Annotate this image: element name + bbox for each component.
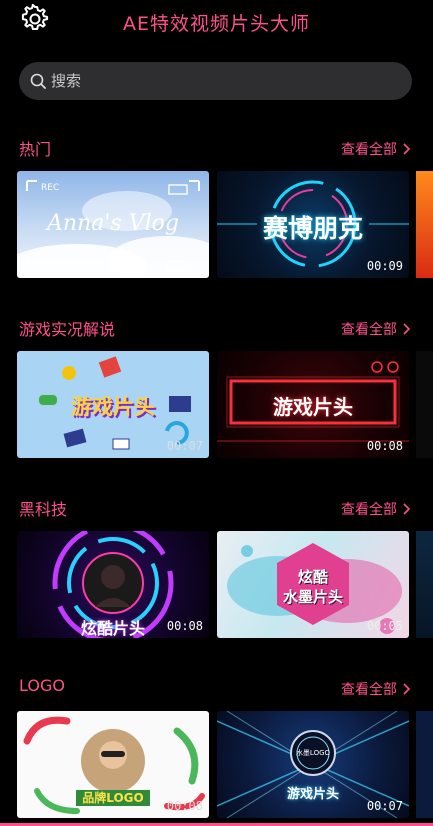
game-carousel[interactable]: 游戏片头 00:07 游戏片头 00:08 [0,351,433,458]
card-label: 游戏片头 [71,395,155,419]
app-header: AE特效视频片头大师 [0,0,433,40]
card-peek[interactable] [416,711,433,818]
card-peek[interactable] [416,531,433,638]
see-all-label: 查看全部 [341,322,397,338]
duration-label: 00:09 [366,259,403,273]
logo-carousel[interactable]: 品牌LOGO 00:08 水墨LOGO 游戏片头 00:07 [0,711,433,818]
duration-label: 00:05 [366,619,403,633]
card-cool-intro[interactable]: 炫酷片头 00:08 [17,531,209,638]
rec-badge: REC [41,183,60,193]
see-all-game-button[interactable]: 查看全部 [341,319,411,339]
search-icon [30,73,46,89]
app-title: AE特效视频片头大师 [122,13,310,35]
see-all-tech-button[interactable]: 查看全部 [341,499,411,519]
see-all-label: 查看全部 [341,142,397,158]
ink-logo-badge: 水墨LOGO [295,749,331,757]
card-game-logo[interactable]: 水墨LOGO 游戏片头 00:07 [217,711,409,818]
section-title-hot: 热门 [19,140,52,159]
chevron-right-icon [403,503,411,515]
duration-label: 00:07 [366,799,403,813]
duration-label: 00:08 [366,439,403,453]
card-ink-intro[interactable]: 炫酷 水墨片头 00:05 [217,531,409,638]
card-label: 游戏片头 [273,395,353,419]
hot-carousel[interactable]: REC Anna's Vlog 赛博朋克 00:09 [0,171,433,278]
search-input[interactable] [51,62,391,100]
search-bar[interactable] [19,62,412,100]
duration-label: 00:07 [166,439,203,453]
see-all-hot-button[interactable]: 查看全部 [341,139,411,159]
chevron-right-icon [403,323,411,335]
card-peek[interactable] [416,171,433,278]
duration-label: 00:08 [166,619,203,633]
see-all-label: 查看全部 [341,682,397,698]
duration-label: 00:08 [166,799,203,813]
section-title-logo: LOGO [19,676,65,695]
see-all-logo-button[interactable]: 查看全部 [341,679,411,699]
section-title-tech: 黑科技 [19,500,68,519]
section-title-game: 游戏实况解说 [19,320,116,339]
card-annas-vlog[interactable]: REC Anna's Vlog [17,171,209,278]
card-label: 炫酷 水墨片头 [282,568,343,606]
chevron-right-icon [403,143,411,155]
card-brand-logo[interactable]: 品牌LOGO 00:08 [17,711,209,818]
brand-logo-tag: 品牌LOGO [76,790,150,806]
tech-carousel[interactable]: 炫酷片头 00:08 炫酷 水墨片头 00:05 [0,531,433,638]
see-all-label: 查看全部 [341,502,397,518]
card-label: Anna's Vlog [47,211,179,236]
card-peek[interactable] [416,351,433,458]
card-label: 赛博朋克 [262,214,363,243]
chevron-right-icon [403,683,411,695]
card-cyberpunk[interactable]: 赛博朋克 00:09 [217,171,409,278]
card-game-intro-1[interactable]: 游戏片头 00:07 [17,351,209,458]
card-game-intro-2[interactable]: 游戏片头 00:08 [217,351,409,458]
